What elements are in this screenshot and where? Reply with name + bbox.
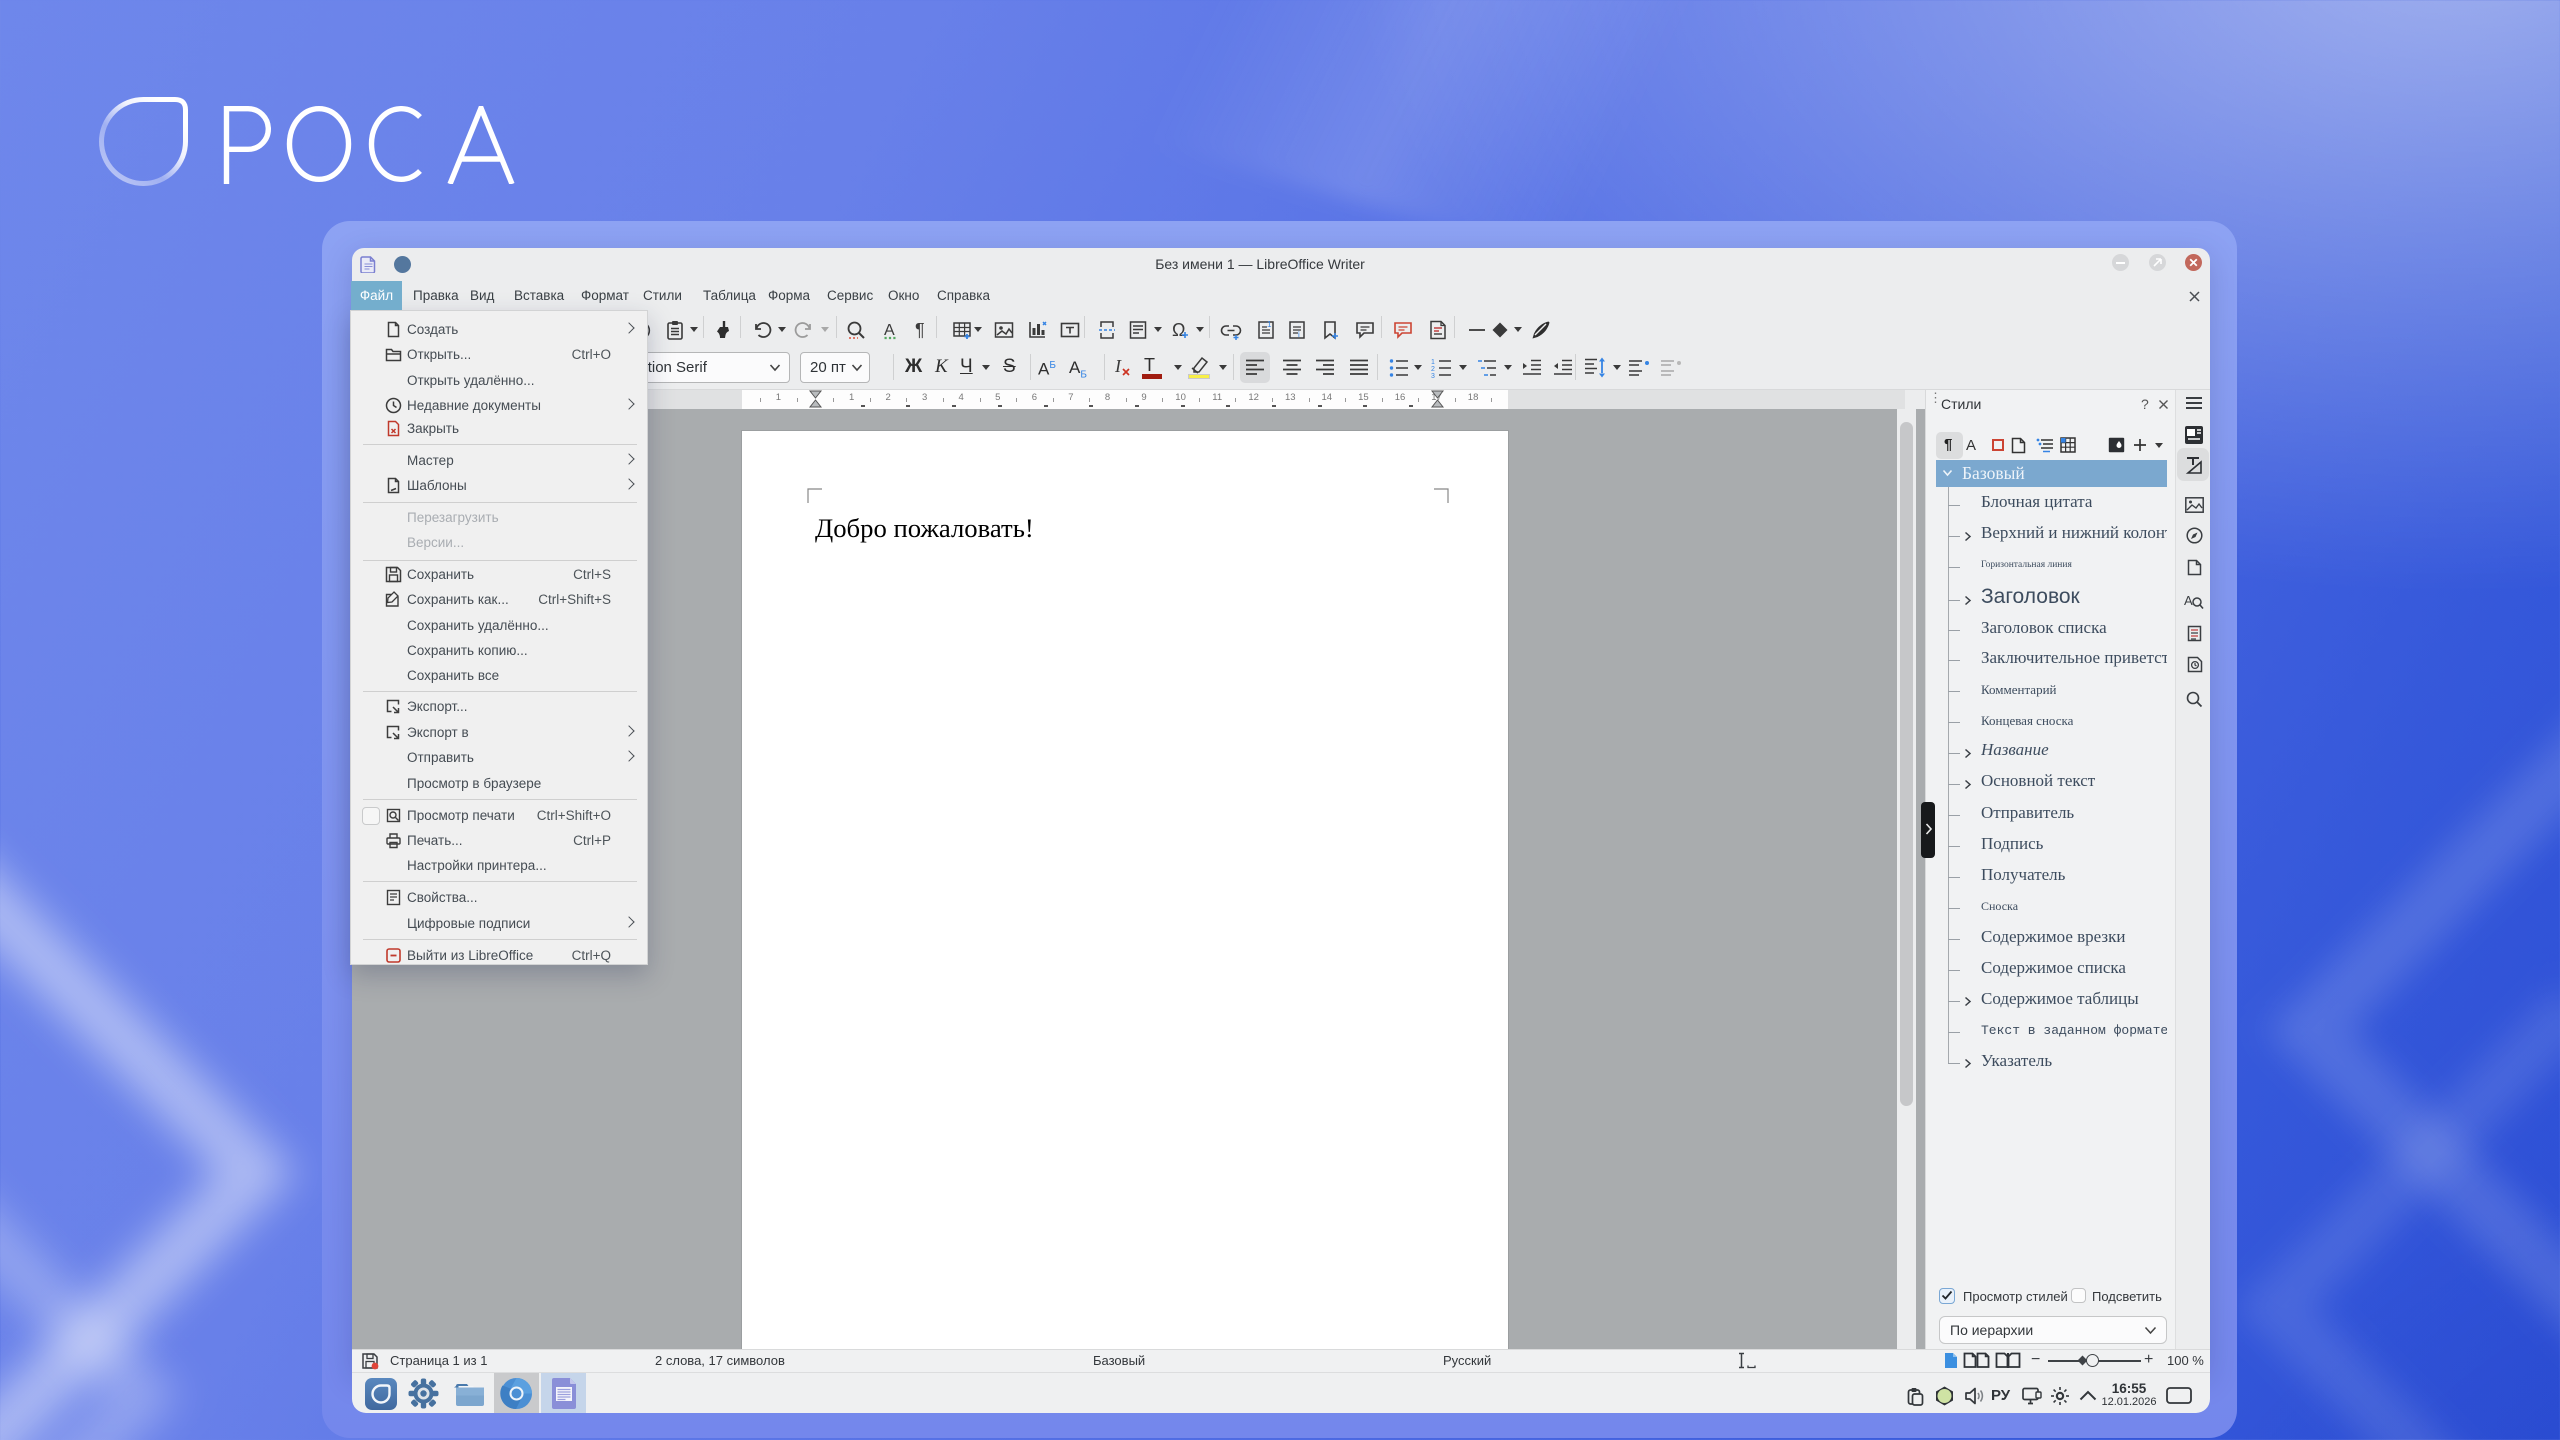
svg-text:1: 1 (1431, 359, 1435, 366)
svg-text:i: i (1298, 330, 1300, 339)
svg-text:3: 3 (1431, 373, 1435, 379)
svg-text:А: А (2184, 593, 2193, 608)
svg-text:2: 2 (1431, 366, 1435, 373)
svg-text:1: 1 (1267, 320, 1272, 329)
svg-text:¶: ¶ (915, 320, 925, 340)
svg-text:A: A (884, 322, 895, 339)
svg-text:I: I (1114, 356, 1122, 376)
svg-text:Ω: Ω (1172, 320, 1185, 340)
